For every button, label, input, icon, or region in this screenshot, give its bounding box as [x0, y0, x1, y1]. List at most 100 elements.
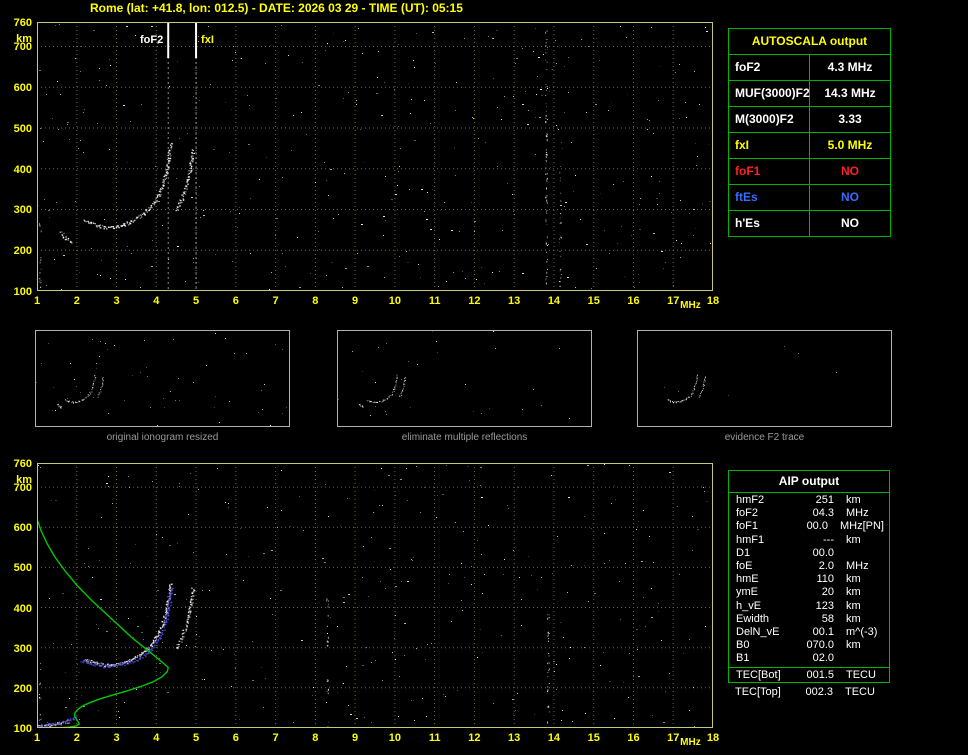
thumbnail-eliminate-reflections	[337, 330, 592, 427]
x-axis-tick: 4	[153, 295, 160, 307]
aip-row-hmE: hmE 110 km	[729, 573, 889, 586]
autoscala-screen: Rome (lat: +41.8, lon: 012.5) - DATE: 20…	[0, 0, 968, 755]
autoscala-table-header: AUTOSCALA output	[729, 29, 890, 55]
station-title: Rome (lat: +41.8, lon: 012.5) - DATE: 20…	[90, 1, 463, 15]
x-axis-unit-label: MHz	[680, 737, 701, 748]
aip-row-unit: m^(-3)	[846, 625, 878, 638]
autoscala-row-value: 5.0 MHz	[827, 138, 873, 152]
aip-row-foF1: foF1 00.0 MHz [PN]	[729, 520, 889, 533]
aip-row-unit: MHz	[839, 520, 863, 533]
x-axis-tick: 9	[352, 295, 359, 307]
aip-row-unit: TECU	[846, 669, 876, 682]
autoscala-row-label: ftEs	[729, 185, 810, 210]
x-axis-tick: 18	[706, 295, 720, 307]
x-axis-tick: 7	[272, 732, 279, 744]
aip-output-table: AIP output hmF2 251 km foF2 04.3 MHz foF1 00.0 M…	[728, 470, 890, 684]
ionogram-top-plot: foF2 fxI	[37, 22, 713, 293]
aip-row-value: 001.5	[806, 669, 834, 682]
y-axis-tick: 300	[13, 642, 32, 655]
aip-row-unit: km	[846, 533, 861, 546]
aip-row-unit: km	[846, 612, 861, 625]
aip-table-body: hmF2 251 km foF2 04.3 MHz foF1 00.0 MHz [PN] hmF1-…	[729, 493, 889, 682]
aip-row-unit: km	[846, 599, 861, 612]
t2-svg	[338, 331, 570, 419]
autoscala-table-body: foF2 4.3 MHz MUF(3000)F2 14.3 MHz M(3000)F2 3…	[729, 55, 890, 236]
aip-row-value: 02.0	[812, 652, 834, 665]
x-axis-tick: 14	[547, 732, 561, 744]
aip-row-value: 2.0	[818, 559, 834, 572]
autoscala-row-value: NO	[841, 164, 859, 178]
aip-row-extra: [PN]	[862, 520, 884, 533]
thumbnail-caption-evidence: evidence F2 trace	[724, 432, 805, 443]
ionogram-top-svg	[37, 22, 713, 293]
aip-row-hmF1: hmF1 --- km	[729, 534, 889, 547]
x-axis-tick: 4	[153, 732, 160, 744]
aip-row-foE: foE 2.0 MHz	[729, 560, 889, 573]
aip-row-label: hmF1	[736, 533, 765, 546]
x-axis-tick: 10	[388, 732, 401, 744]
aip-row-value: 20	[821, 586, 834, 599]
y-axis-tick: 600	[13, 522, 32, 535]
x-axis-unit-label: MHz	[680, 300, 701, 311]
y-axis-tick: 760	[13, 458, 32, 470]
autoscala-row-h'Es: h'Es NO	[729, 210, 890, 236]
x-axis-tick: 6	[232, 295, 239, 307]
aip-row-D1: D1 00.0	[729, 547, 889, 560]
x-axis-tick: 13	[508, 732, 521, 744]
aip-row-label: foE	[736, 559, 753, 572]
y-axis-tick: 600	[13, 82, 32, 95]
aip-row-unit	[834, 547, 846, 560]
x-axis-tick: 8	[312, 295, 319, 307]
aip-row-B0: B0 070.0 km	[729, 639, 889, 652]
aip-table-header: AIP output	[729, 471, 889, 493]
foF2-marker-label: foF2	[140, 34, 164, 46]
autoscala-row-foF1: foF1 NO	[729, 158, 890, 184]
y-axis-tick: 400	[13, 163, 32, 176]
x-axis-tick: 7	[272, 295, 279, 307]
autoscala-row-value: 4.3 MHz	[827, 60, 873, 74]
aip-row-value: 00.0	[806, 520, 828, 533]
y-axis-tick: 400	[13, 602, 32, 615]
aip-row-label: TEC[Top]	[735, 686, 781, 698]
aip-row-label: foF1	[736, 520, 759, 533]
aip-row-label: D1	[736, 546, 751, 559]
aip-row-value: 002.3	[805, 686, 833, 698]
autoscala-row-MUF(3000)F2: MUF(3000)F2 14.3 MHz	[729, 80, 890, 106]
x-axis-tick: 12	[468, 732, 481, 744]
aip-row-unit: km	[846, 573, 861, 586]
t3-svg	[664, 346, 837, 404]
x-axis-tick: 18	[706, 732, 720, 744]
aip-row-value: 04.3	[812, 507, 834, 520]
x-axis-tick: 16	[627, 295, 640, 307]
autoscala-row-fxI: fxI 5.0 MHz	[729, 132, 890, 158]
autoscala-row-M(3000)F2: M(3000)F2 3.33	[729, 106, 890, 132]
thumbnail-evidence-f2-trace	[637, 330, 892, 427]
x-axis-tick: 1	[33, 732, 41, 744]
autoscala-row-label: M(3000)F2	[729, 107, 810, 132]
aip-row-label: hmF2	[736, 494, 765, 506]
aip-row-unit: MHz	[846, 507, 869, 520]
x-axis-tick: 14	[547, 295, 561, 307]
aip-row-value: 58	[821, 612, 834, 625]
aip-row-unit	[834, 652, 846, 665]
aip-row-unit: km	[846, 639, 861, 652]
x-axis-tick: 6	[232, 732, 239, 744]
aip-row-h_vE: h_vE 123 km	[729, 600, 889, 613]
y-axis-tick: 500	[13, 562, 32, 575]
aip-row-label: Ewidth	[736, 612, 770, 625]
aip-row-TEC-Bot: TEC[Bot] 001.5 TECU	[729, 667, 889, 682]
autoscala-row-label: h'Es	[729, 211, 810, 236]
x-axis-tick: 1	[33, 295, 41, 307]
autoscala-row-ftEs: ftEs NO	[729, 184, 890, 210]
x-axis-tick: 10	[388, 295, 401, 307]
aip-row-foF2: foF2 04.3 MHz	[729, 507, 889, 520]
aip-row-unit: TECU	[845, 686, 875, 698]
autoscala-row-value: 14.3 MHz	[824, 86, 876, 100]
fxI-marker-label: fxI	[201, 34, 214, 46]
aip-row-value: ---	[823, 533, 834, 546]
aip-row-value: 00.0	[812, 546, 834, 559]
x-axis-tick: 15	[587, 295, 600, 307]
aip-row-label: B0	[736, 639, 750, 652]
aip-row-ymE: ymE 20 km	[729, 586, 889, 599]
aip-row-unit: MHz	[846, 559, 869, 572]
